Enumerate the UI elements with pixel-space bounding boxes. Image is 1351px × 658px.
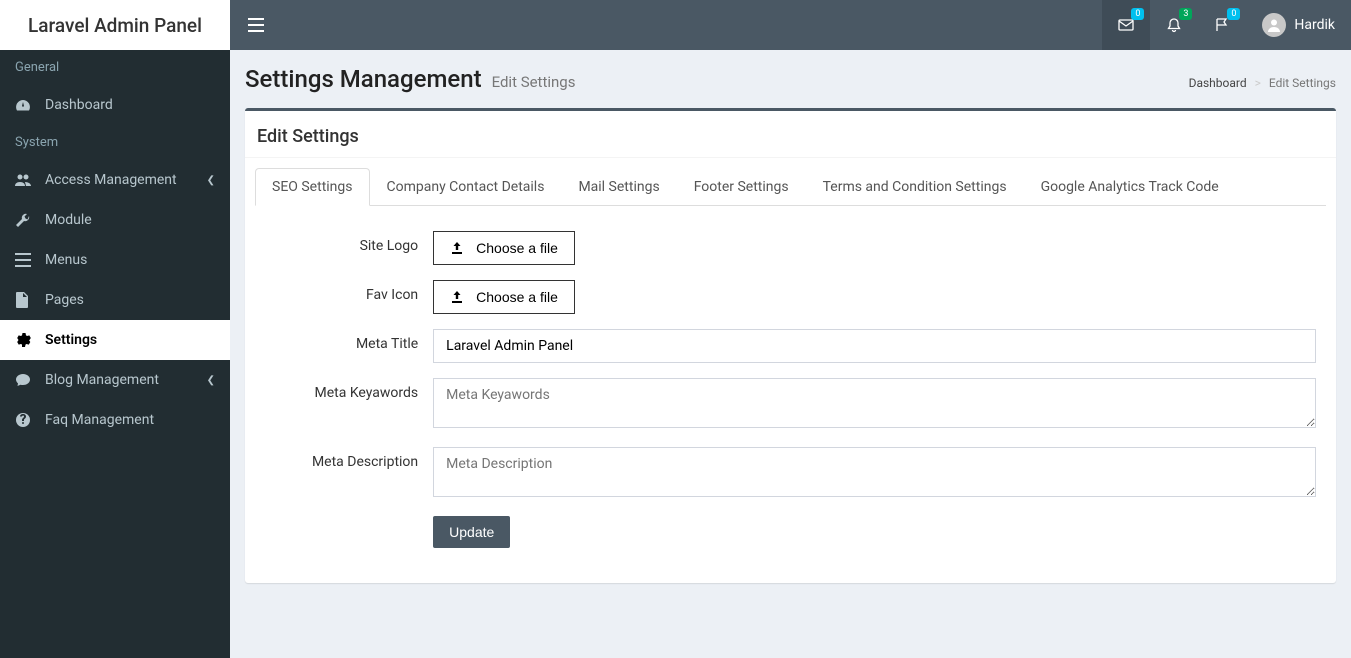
tasks-button[interactable]: 0 <box>1198 0 1246 50</box>
tab-5[interactable]: Google Analytics Track Code <box>1024 168 1236 206</box>
bars-icon <box>15 253 35 267</box>
meta-description-input[interactable] <box>433 447 1316 497</box>
brand-logo[interactable]: Laravel Admin Panel <box>0 0 230 50</box>
topbar: 0 3 0 Hardik <box>230 0 1351 50</box>
meta-title-label: Meta Title <box>265 329 433 352</box>
breadcrumb: Dashboard > Edit Settings <box>1189 76 1336 90</box>
user-name: Hardik <box>1294 17 1335 33</box>
question-icon <box>15 412 35 428</box>
user-menu[interactable]: Hardik <box>1246 0 1351 50</box>
tab-4[interactable]: Terms and Condition Settings <box>806 168 1024 206</box>
nav-section-header: System <box>0 125 230 160</box>
gear-icon <box>15 332 35 348</box>
meta-description-label: Meta Description <box>265 447 433 470</box>
file-icon <box>15 292 35 308</box>
users-icon <box>15 172 35 188</box>
page-title: Settings Management <box>245 65 482 93</box>
fav-icon-label: Fav Icon <box>265 280 433 303</box>
sidebar-item-label: Access Management <box>45 172 177 188</box>
sidebar-item-settings[interactable]: Settings <box>0 320 230 360</box>
tab-1[interactable]: Company Contact Details <box>370 168 562 206</box>
sidebar-item-label: Blog Management <box>45 372 159 388</box>
upload-icon <box>450 290 464 304</box>
upload-icon <box>450 241 464 255</box>
sidebar-item-menus[interactable]: Menus <box>0 240 230 280</box>
tabs: SEO SettingsCompany Contact DetailsMail … <box>255 168 1326 206</box>
sidebar: Laravel Admin Panel General Dashboard Syst… <box>0 0 230 658</box>
fav-icon-file-button[interactable]: Choose a file <box>433 280 575 314</box>
meta-keywords-label: Meta Keyawords <box>265 378 433 401</box>
comment-icon <box>15 372 35 388</box>
breadcrumb-root[interactable]: Dashboard <box>1189 76 1247 90</box>
chevron-left-icon: ❮ <box>207 175 215 186</box>
panel-title: Edit Settings <box>257 126 1324 147</box>
notifications-button[interactable]: 3 <box>1150 0 1198 50</box>
chevron-left-icon: ❮ <box>207 375 215 386</box>
sidebar-item-module[interactable]: Module <box>0 200 230 240</box>
sidebar-item-label: Pages <box>45 292 84 308</box>
sidebar-item-label: Module <box>45 212 92 228</box>
content-header: Settings Management Edit Settings Dashbo… <box>230 50 1351 93</box>
settings-panel: Edit Settings SEO SettingsCompany Contac… <box>245 108 1336 583</box>
toggle-sidebar-button[interactable] <box>230 18 282 32</box>
sidebar-item-pages[interactable]: Pages <box>0 280 230 320</box>
tab-0[interactable]: SEO Settings <box>255 168 370 206</box>
sidebar-item-label: Settings <box>45 332 97 348</box>
tachometer-icon <box>15 97 35 113</box>
meta-keywords-input[interactable] <box>433 378 1316 428</box>
tasks-badge: 0 <box>1227 8 1240 20</box>
sidebar-item-label: Faq Management <box>45 412 154 428</box>
messages-badge: 0 <box>1131 8 1144 20</box>
meta-title-input[interactable] <box>433 329 1316 363</box>
tab-2[interactable]: Mail Settings <box>561 168 676 206</box>
tab-3[interactable]: Footer Settings <box>677 168 806 206</box>
avatar-icon <box>1262 13 1286 37</box>
site-logo-file-button[interactable]: Choose a file <box>433 231 575 265</box>
wrench-icon <box>15 212 35 228</box>
page-subtitle: Edit Settings <box>492 73 576 91</box>
update-button[interactable]: Update <box>433 516 510 548</box>
sidebar-item-faq-management[interactable]: Faq Management <box>0 400 230 440</box>
sidebar-item-blog-management[interactable]: Blog Management ❮ <box>0 360 230 400</box>
site-logo-label: Site Logo <box>265 231 433 254</box>
breadcrumb-current: Edit Settings <box>1269 76 1336 90</box>
nav-section-header: General <box>0 50 230 85</box>
sidebar-item-label: Menus <box>45 252 87 268</box>
sidebar-item-dashboard[interactable]: Dashboard <box>0 85 230 125</box>
sidebar-item-access-management[interactable]: Access Management ❮ <box>0 160 230 200</box>
sidebar-item-label: Dashboard <box>45 97 113 113</box>
messages-button[interactable]: 0 <box>1102 0 1150 50</box>
notifications-badge: 3 <box>1179 8 1192 20</box>
